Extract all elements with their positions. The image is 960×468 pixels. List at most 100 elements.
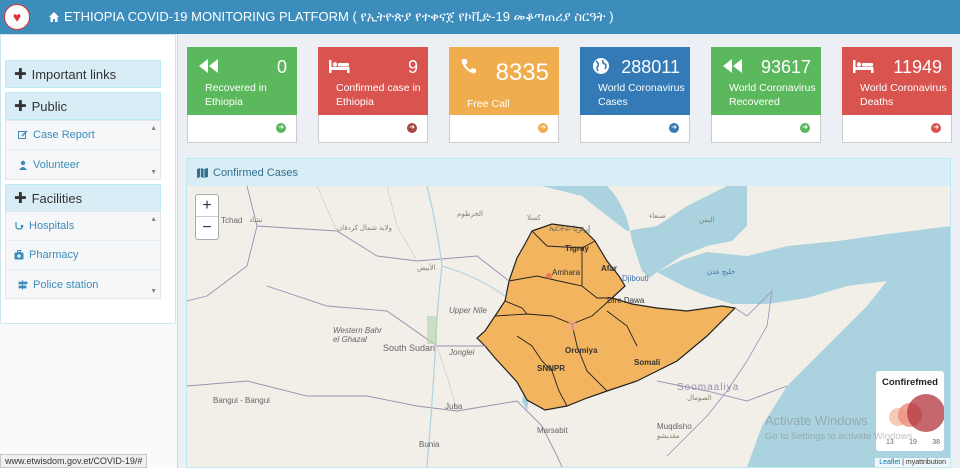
circle-arrow-right-icon[interactable]: ➜ bbox=[669, 123, 679, 133]
map-label: Juba bbox=[445, 402, 463, 411]
circle-arrow-right-icon[interactable]: ➜ bbox=[800, 123, 810, 133]
legend-value: 38 bbox=[932, 439, 940, 446]
map-label: Upper Nile bbox=[449, 306, 487, 315]
circle-arrow-right-icon[interactable]: ➜ bbox=[931, 123, 941, 133]
stat-box-body: 288011 World Coronavirus Cases bbox=[580, 47, 690, 115]
phone-icon bbox=[461, 59, 476, 74]
plus-icon: ✚ bbox=[14, 66, 27, 83]
sidebar: ✚ Important links ✚ Public Case Report V… bbox=[0, 34, 178, 468]
user-icon bbox=[19, 160, 27, 170]
map-label: تشاد bbox=[249, 217, 263, 224]
map-icon bbox=[197, 167, 208, 178]
stat-label: Free Call bbox=[467, 98, 510, 110]
circle-arrow-right-icon[interactable]: ➜ bbox=[407, 123, 417, 133]
page-title-text: ETHIOPIA COVID-19 MONITORING PLATFORM ( … bbox=[64, 9, 614, 24]
stat-box-footer[interactable]: ➜ bbox=[449, 115, 559, 143]
case-report-label: Case Report bbox=[33, 129, 95, 141]
map-label: South Sudan bbox=[383, 343, 436, 353]
windows-activation-subtitle: Go to Settings to activate Windows. bbox=[765, 431, 915, 442]
important-links-header[interactable]: ✚ Important links bbox=[5, 60, 161, 88]
stat-box-world-recovered: 93617 World Coronavirus Recovered ➜ bbox=[711, 47, 821, 143]
map-label: Muqdisho bbox=[657, 422, 692, 431]
logo-emblem: ♥ bbox=[4, 4, 30, 30]
public-label: Public bbox=[31, 98, 67, 114]
bed-icon bbox=[329, 60, 350, 73]
stat-box-body: 0 Recovered in Ethiopia bbox=[187, 47, 297, 115]
map-canvas[interactable]: Tchad تشاد الخرطوم كسلا ኤርትራ إرتريا صنعا… bbox=[187, 186, 950, 467]
important-links-label: Important links bbox=[31, 66, 117, 82]
map-label: كسلا bbox=[527, 215, 541, 222]
hospitals-label: Hospitals bbox=[29, 220, 75, 232]
map-label: Bunia bbox=[419, 440, 440, 449]
map-label: مقديشو bbox=[657, 433, 680, 440]
signpost-icon bbox=[18, 279, 28, 290]
map-panel: Confirmed Cases Tchad تشاد الخرطوم كسلا … bbox=[186, 158, 951, 468]
stat-box-body: 9 Confirmed case in Ethiopia bbox=[318, 47, 428, 115]
stat-box-footer[interactable]: ➜ bbox=[318, 115, 428, 143]
edit-icon bbox=[18, 130, 28, 139]
sidebar-item-hospitals[interactable]: Hospitals bbox=[6, 212, 160, 241]
map-label: Bangui - Bangui bbox=[213, 396, 270, 405]
map-panel-title: Confirmed Cases bbox=[213, 166, 298, 179]
circle-arrow-right-icon[interactable]: ➜ bbox=[276, 123, 286, 133]
stat-value: 288011 bbox=[621, 57, 680, 77]
map-label: الأبيض bbox=[417, 265, 436, 272]
stat-value: 0 bbox=[276, 57, 287, 77]
sidebar-item-police-station[interactable]: Police station bbox=[6, 270, 160, 299]
map-label: Somali bbox=[634, 358, 661, 367]
attribution-text: | myattribution bbox=[900, 459, 946, 466]
fast-backward-icon bbox=[199, 59, 218, 73]
zoom-control: + − bbox=[195, 194, 219, 240]
stat-box-world-cases: 288011 World Coronavirus Cases ➜ bbox=[580, 47, 690, 143]
map-label: Amhara bbox=[552, 268, 581, 277]
stat-label: Recovered in Ethiopia bbox=[205, 82, 267, 108]
map-label: الخرطوم bbox=[457, 211, 483, 218]
public-list: Case Report Volunteer ▲ ▼ bbox=[5, 120, 161, 180]
logo[interactable]: ♥ bbox=[0, 0, 34, 34]
circle-arrow-right-icon[interactable]: ➜ bbox=[538, 123, 548, 133]
map-label: Tchad bbox=[221, 216, 243, 225]
police-station-label: Police station bbox=[33, 278, 99, 291]
map-label: Djibouti bbox=[622, 274, 649, 283]
stat-value: 93617 bbox=[760, 57, 811, 77]
stat-value: 11949 bbox=[893, 57, 942, 77]
stat-box-footer[interactable]: ➜ bbox=[187, 115, 297, 143]
zoom-out-button[interactable]: − bbox=[196, 217, 218, 239]
bed-icon bbox=[853, 60, 874, 73]
scroll-up-icon[interactable]: ▲ bbox=[150, 125, 157, 132]
map-label: خليج عدن bbox=[707, 269, 736, 276]
scroll-down-icon[interactable]: ▼ bbox=[150, 169, 157, 176]
stat-label: World Coronavirus Cases bbox=[598, 82, 685, 108]
map-label: Western Bahr el Ghazal bbox=[333, 326, 382, 344]
map-label: Afar bbox=[601, 264, 618, 273]
stat-value: 8335 bbox=[495, 59, 549, 86]
leaflet-link[interactable]: Leaflet bbox=[879, 459, 900, 466]
map-label: اليمن bbox=[699, 217, 715, 224]
zoom-in-button[interactable]: + bbox=[196, 195, 218, 217]
stat-box-footer[interactable]: ➜ bbox=[580, 115, 690, 143]
map-label: ኤርትራ إرتريا bbox=[549, 224, 591, 233]
sidebar-item-pharmacy[interactable]: Pharmacy bbox=[6, 241, 160, 270]
facilities-header[interactable]: ✚ Facilities bbox=[5, 184, 161, 212]
map-label: Soomaaliya bbox=[677, 382, 740, 393]
map-label: Tigray bbox=[565, 244, 589, 253]
plus-icon: ✚ bbox=[14, 98, 27, 115]
sidebar-item-volunteer[interactable]: Volunteer bbox=[6, 150, 160, 179]
page-title: ETHIOPIA COVID-19 MONITORING PLATFORM ( … bbox=[48, 9, 614, 25]
stat-box-footer[interactable]: ➜ bbox=[711, 115, 821, 143]
scroll-down-icon[interactable]: ▼ bbox=[150, 288, 157, 295]
map-panel-header: Confirmed Cases bbox=[187, 159, 950, 186]
stat-box-body: 11949 World Coronavirus Deaths bbox=[842, 47, 952, 115]
plus-icon: ✚ bbox=[14, 190, 27, 207]
stat-box-recovered-ethiopia: 0 Recovered in Ethiopia ➜ bbox=[187, 47, 297, 143]
stat-box-free-call: 8335 Free Call ➜ bbox=[449, 47, 559, 143]
stat-box-world-deaths: 11949 World Coronavirus Deaths ➜ bbox=[842, 47, 952, 143]
sidebar-item-case-report[interactable]: Case Report bbox=[6, 121, 160, 150]
map-label: الصومال bbox=[687, 395, 712, 402]
map-label: Dire Dawa bbox=[607, 296, 645, 305]
public-header[interactable]: ✚ Public bbox=[5, 92, 161, 120]
scroll-up-icon[interactable]: ▲ bbox=[150, 216, 157, 223]
map-label: Jonglei bbox=[449, 348, 475, 357]
medkit-icon bbox=[14, 250, 24, 260]
stat-box-footer[interactable]: ➜ bbox=[842, 115, 952, 143]
